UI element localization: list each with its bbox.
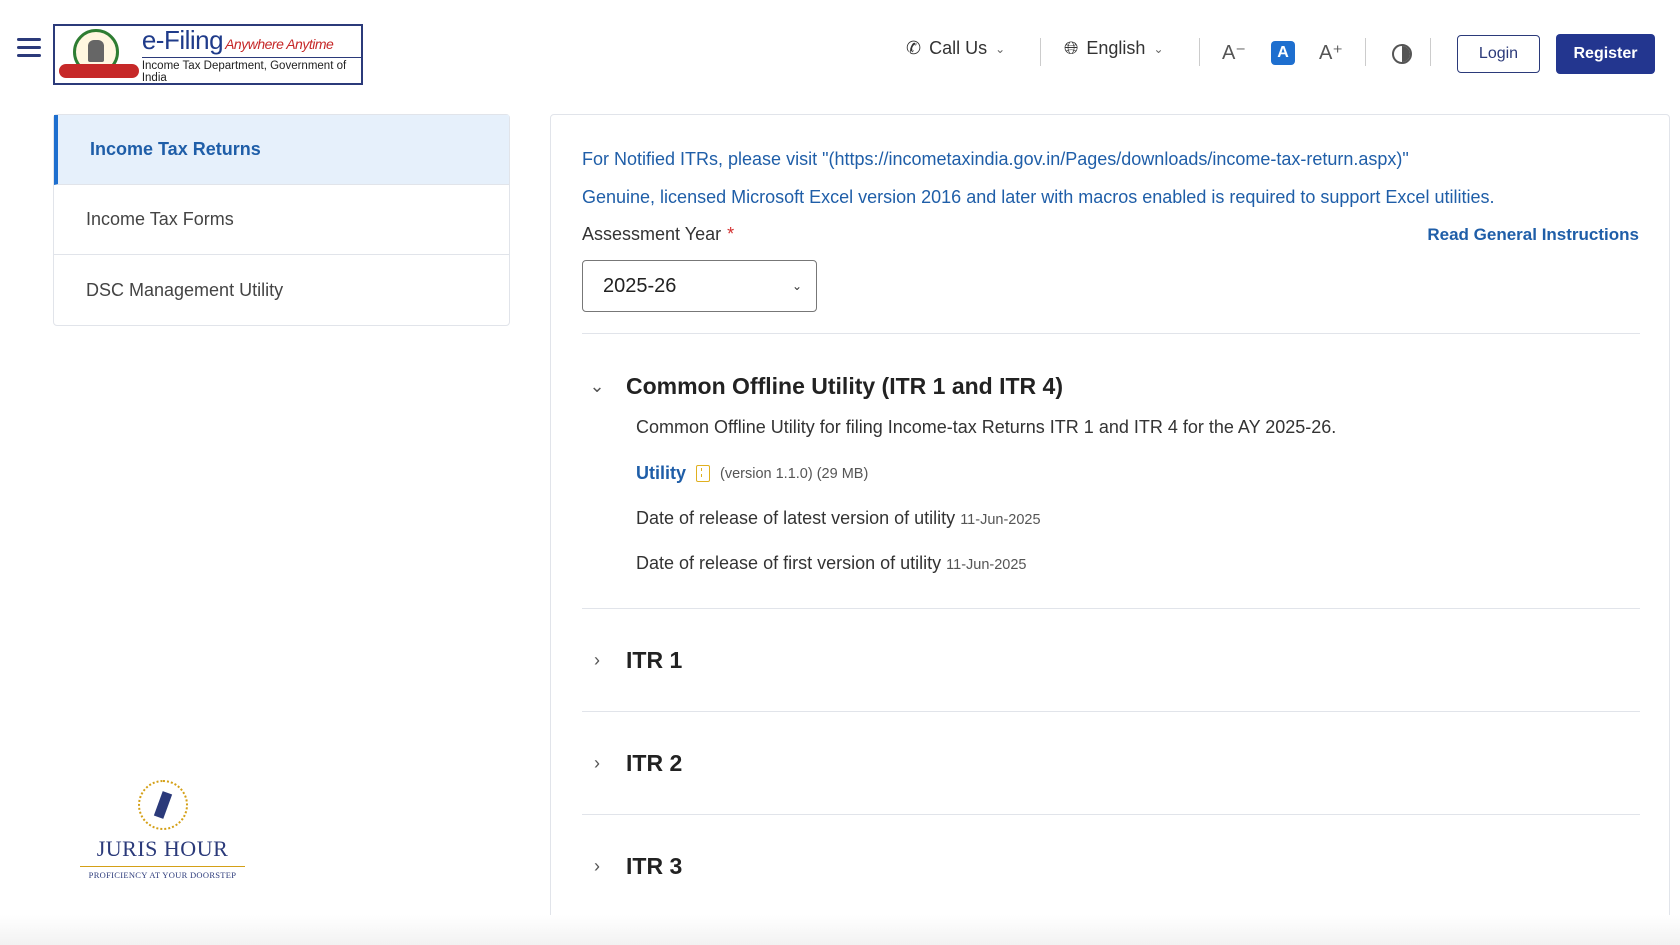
font-decrease-button[interactable]: A⁻: [1220, 38, 1248, 66]
zip-file-icon: [696, 465, 711, 482]
logo-tagline: Anywhere Anytime: [225, 36, 334, 52]
divider: [1365, 38, 1366, 66]
register-button[interactable]: Register: [1556, 34, 1655, 74]
chevron-right-icon: ›: [594, 753, 600, 773]
emblem-icon: [55, 26, 140, 83]
page-bottom-edge: [0, 915, 1680, 945]
accordion-itr-1[interactable]: › ITR 1: [582, 647, 682, 674]
main-panel: For Notified ITRs, please visit "(https:…: [550, 114, 1670, 945]
chevron-right-icon: ›: [594, 856, 600, 876]
first-release-date: 11-Jun-2025: [946, 557, 1027, 573]
first-release-row: Date of release of first version of util…: [636, 553, 1027, 574]
language-label: English: [1086, 38, 1146, 58]
utility-download-link[interactable]: Utility: [636, 463, 686, 484]
call-us-dropdown[interactable]: ✆ Call Us ⌄: [906, 38, 1005, 59]
utility-meta: (version 1.1.0) (29 MB): [720, 465, 869, 482]
assessment-year-select[interactable]: 2025-26 ⌄: [582, 260, 817, 312]
utility-row: Utility (version 1.1.0) (29 MB): [636, 463, 868, 484]
accordion-itr-3[interactable]: › ITR 3: [582, 853, 682, 880]
accordion-itr-2[interactable]: › ITR 2: [582, 750, 682, 777]
latest-release-date: 11-Jun-2025: [960, 512, 1041, 528]
sidebar-item-income-tax-forms[interactable]: Income Tax Forms: [54, 185, 509, 255]
accordion-title: ITR 1: [626, 647, 683, 673]
accordion-common-offline-utility[interactable]: ⌄ Common Offline Utility (ITR 1 and ITR …: [582, 373, 1063, 400]
divider: [1199, 38, 1200, 66]
assessment-year-value: 2025-26: [603, 274, 677, 297]
chevron-down-icon: ⌄: [995, 41, 1006, 56]
phone-icon: ✆: [906, 38, 922, 58]
chevron-down-icon: ⌄: [791, 279, 802, 293]
divider: [582, 333, 1640, 334]
accordion-title: ITR 3: [626, 853, 683, 879]
assessment-year-label-text: Assessment Year: [582, 224, 722, 244]
hamburger-icon[interactable]: [17, 38, 41, 58]
required-marker: *: [727, 224, 735, 244]
juris-hour-watermark: JURIS HOUR PROFICIENCY AT YOUR DOORSTEP: [80, 780, 245, 880]
sidebar: Income Tax Returns Income Tax Forms DSC …: [53, 114, 510, 326]
call-us-label: Call Us: [929, 38, 988, 58]
language-dropdown[interactable]: 🌐︎ English ⌄: [1064, 38, 1164, 59]
watermark-tagline: PROFICIENCY AT YOUR DOORSTEP: [80, 866, 245, 880]
divider: [1430, 38, 1431, 66]
read-general-instructions-link[interactable]: Read General Instructions: [1427, 225, 1639, 245]
divider: [582, 711, 1640, 712]
assessment-year-label: Assessment Year *: [582, 224, 734, 245]
divider: [582, 814, 1640, 815]
excel-requirement-notice: Genuine, licensed Microsoft Excel versio…: [582, 187, 1495, 207]
divider: [582, 608, 1640, 609]
contrast-icon[interactable]: [1392, 44, 1412, 64]
watermark-name: JURIS HOUR: [96, 836, 229, 861]
globe-icon: 🌐︎: [1064, 38, 1079, 58]
logo-title: e-Filing: [141, 25, 224, 55]
logo-subtitle: Income Tax Department, Government of Ind…: [141, 57, 361, 84]
latest-release-row: Date of release of latest version of uti…: [636, 508, 1041, 529]
sidebar-item-income-tax-returns[interactable]: Income Tax Returns: [54, 115, 509, 185]
latest-release-label: Date of release of latest version of uti…: [636, 508, 956, 528]
divider: [1040, 38, 1041, 66]
notified-itr-notice[interactable]: For Notified ITRs, please visit "(https:…: [582, 149, 1409, 170]
accordion-title: ITR 2: [626, 750, 683, 776]
chevron-down-icon: ⌄: [589, 376, 605, 396]
chevron-down-icon: ⌄: [1153, 41, 1164, 56]
top-header: e-Filing Anywhere Anytime Income Tax Depa…: [0, 0, 1680, 100]
first-release-label: Date of release of first version of util…: [636, 553, 942, 573]
font-default-button[interactable]: A: [1271, 41, 1295, 65]
efiling-logo[interactable]: e-Filing Anywhere Anytime Income Tax Depa…: [53, 24, 363, 85]
accordion-title: Common Offline Utility (ITR 1 and ITR 4): [626, 373, 1063, 399]
juris-hour-logo-icon: [137, 780, 188, 830]
sidebar-item-dsc-management-utility[interactable]: DSC Management Utility: [54, 255, 509, 325]
chevron-right-icon: ›: [594, 650, 600, 670]
login-button[interactable]: Login: [1457, 35, 1540, 73]
utility-description: Common Offline Utility for filing Income…: [636, 417, 1337, 437]
font-increase-button[interactable]: A⁺: [1317, 38, 1345, 66]
